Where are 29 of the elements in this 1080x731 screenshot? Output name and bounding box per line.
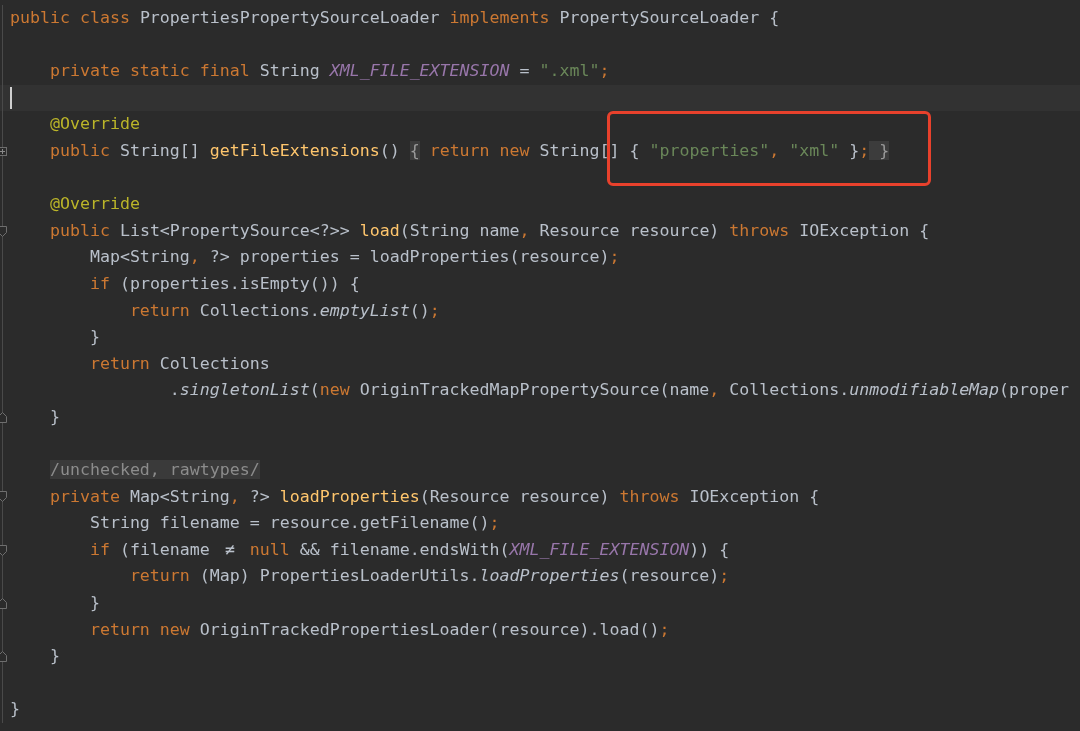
expand-icon[interactable]: [0, 145, 7, 157]
code-line: }: [10, 698, 20, 721]
code-line: }: [88, 592, 100, 615]
fold-marker-icon[interactable]: [0, 411, 7, 423]
code-line: private Map<String, ?> loadProperties(Resource resource) throws IOException {: [48, 485, 820, 508]
fold-marker-icon[interactable]: [0, 491, 7, 503]
code-line: return new OriginTrackedPropertiesLoader(resource).load();: [88, 618, 670, 641]
code-line: return (Map) PropertiesLoaderUtils.loadProperties(resource);: [128, 565, 730, 588]
fold-marker-icon[interactable]: [0, 225, 7, 237]
code-line: private static final String XML_FILE_EXTENSION = ".xml";: [48, 60, 610, 83]
code-line: return Collections.emptyList();: [128, 299, 440, 322]
code-line: Map<String, ?> properties = loadProperties(resource);: [88, 246, 620, 269]
fold-marker-icon[interactable]: [0, 651, 7, 663]
code-line: if (properties.isEmpty()) {: [88, 272, 360, 295]
code-line: public List<PropertySource<?>> load(String name, Resource resource) throws IOException {: [48, 219, 930, 242]
fold-marker-icon[interactable]: [0, 597, 7, 609]
code-line: if (filename ≠ null && filename.endsWith(XML_FILE_EXTENSION)) {: [88, 538, 730, 561]
code-line: }: [48, 645, 60, 668]
code-line: public class PropertiesPropertySourceLoader implements PropertySourceLoader {: [10, 7, 780, 29]
code-line: @Override: [48, 193, 140, 216]
fold-marker-icon[interactable]: [0, 544, 7, 556]
code-line: String filename = resource.getFilename();: [88, 512, 500, 535]
code-line: }: [48, 405, 60, 428]
code-line: .singletonList(new OriginTrackedMapPropertySource(name, Collections.unmodifiableMap(proper: [168, 379, 1070, 402]
text-cursor: [10, 87, 12, 110]
code-line: }: [88, 326, 100, 349]
code-line: public String[] getFileExtensions() { return new String[] { "properties", "xml" }; }: [10, 137, 890, 165]
code-line: return Collections: [88, 352, 270, 375]
code-line: @Override: [48, 113, 140, 136]
